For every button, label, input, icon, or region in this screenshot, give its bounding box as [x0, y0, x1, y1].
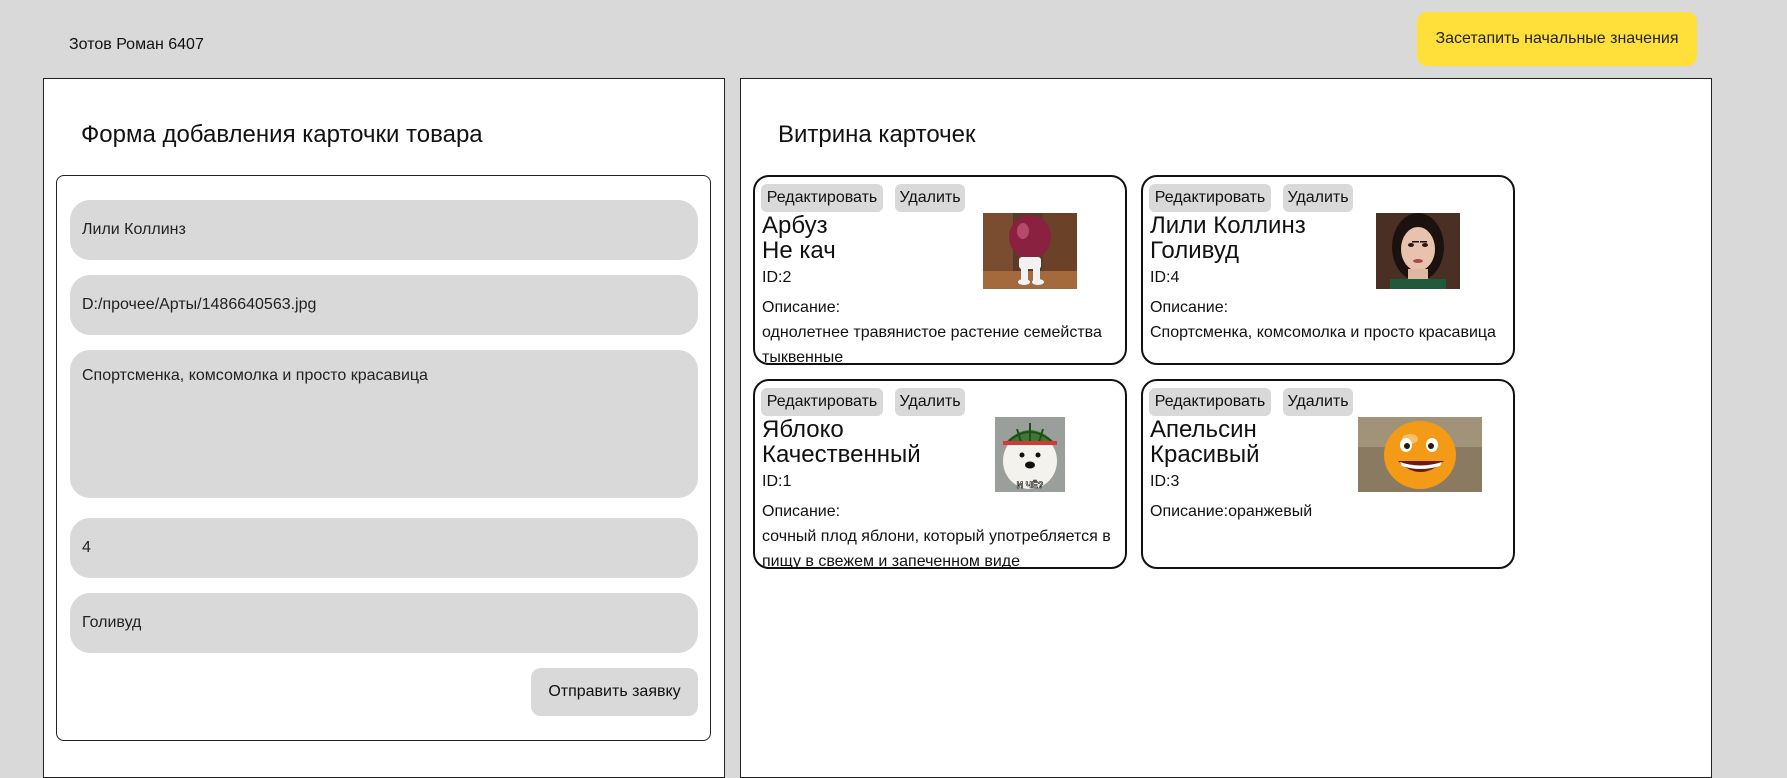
description-text: сочный плод яблони, который употребляетс… [762, 528, 1111, 569]
subtitle-input[interactable]: Голивуд [70, 593, 698, 653]
showcase-panel: Витрина карточек Редактировать Удалить А… [740, 78, 1712, 778]
card-subtitle: Качественный [762, 441, 921, 468]
id-input[interactable]: 4 [70, 518, 698, 578]
description-text: однолетнее травянистое растение семейств… [762, 324, 1102, 365]
card-description: Описание: Спортсменка, комсомолка и прос… [1150, 295, 1510, 345]
card-name: Апельсин [1150, 416, 1257, 443]
card-id: ID:4 [1150, 269, 1180, 286]
description-label: Описание: [762, 299, 841, 316]
card-name: Яблоко [762, 416, 844, 443]
name-input[interactable]: Лили Коллинз [70, 200, 698, 260]
image-path-input[interactable]: D:/прочее/Арты/1486640563.jpg [70, 275, 698, 335]
edit-button[interactable]: Редактировать [1149, 184, 1271, 212]
edit-button[interactable]: Редактировать [1149, 388, 1271, 416]
product-card: Редактировать Удалить Апельсин Красивый … [1141, 379, 1515, 569]
image-caption: И ЧЁ? [1017, 480, 1044, 490]
edit-button[interactable]: Редактировать [761, 184, 883, 212]
delete-button[interactable]: Удалить [1283, 388, 1353, 416]
card-id: ID:1 [762, 473, 792, 490]
card-subtitle: Не кач [762, 237, 836, 264]
reset-initial-values-button[interactable]: Засетапить начальные значения [1417, 12, 1697, 66]
product-card: Редактировать Удалить Лили Коллинз Голив… [1141, 175, 1515, 365]
card-id: ID:3 [1150, 473, 1180, 490]
card-description: Описание: однолетнее травянистое растени… [762, 295, 1122, 365]
woman-portrait-image [1376, 213, 1460, 289]
card-subtitle: Голивуд [1150, 237, 1240, 264]
card-subtitle: Красивый [1150, 441, 1260, 468]
card-title: Лили Коллинз Голивуд [1150, 213, 1306, 263]
description-text: Спортсменка, комсомолка и просто красави… [1150, 324, 1496, 341]
product-card: Редактировать Удалить Яблоко Качественны… [753, 379, 1127, 569]
product-form: Лили Коллинз D:/прочее/Арты/1486640563.j… [56, 175, 711, 741]
description-label: Описание: [762, 503, 841, 520]
description-label: Описание: [1150, 299, 1229, 316]
form-panel: Форма добавления карточки товара Лили Ко… [43, 78, 725, 778]
card-name: Лили Коллинз [1150, 212, 1306, 239]
author-label: Зотов Роман 6407 [69, 36, 204, 53]
card-description: Описание:оранжевый [1150, 499, 1510, 524]
dog-in-watermelon-hat-image: И ЧЁ? [995, 417, 1065, 492]
edit-button[interactable]: Редактировать [761, 388, 883, 416]
annoying-orange-image [1358, 417, 1482, 492]
card-description: Описание: сочный плод яблони, который уп… [762, 499, 1122, 569]
delete-button[interactable]: Удалить [1283, 184, 1353, 212]
product-card: Редактировать Удалить Арбуз Не кач ID:2 … [753, 175, 1127, 365]
description-label: Описание:оранжевый [1150, 503, 1313, 520]
watermelon-character-image [983, 213, 1077, 289]
submit-button[interactable]: Отправить заявку [531, 668, 698, 716]
card-name: Арбуз [762, 212, 828, 239]
delete-button[interactable]: Удалить [895, 388, 965, 416]
card-title: Арбуз Не кач [762, 213, 836, 263]
card-id: ID:2 [762, 269, 792, 286]
description-textarea[interactable]: Спортсменка, комсомолка и просто красави… [70, 350, 698, 498]
top-bar: Зотов Роман 6407 Засетапить начальные зн… [0, 0, 1787, 78]
delete-button[interactable]: Удалить [895, 184, 965, 212]
showcase-panel-title: Витрина карточек [778, 121, 976, 148]
card-title: Апельсин Красивый [1150, 417, 1260, 467]
card-title: Яблоко Качественный [762, 417, 921, 467]
form-panel-title: Форма добавления карточки товара [81, 121, 483, 148]
